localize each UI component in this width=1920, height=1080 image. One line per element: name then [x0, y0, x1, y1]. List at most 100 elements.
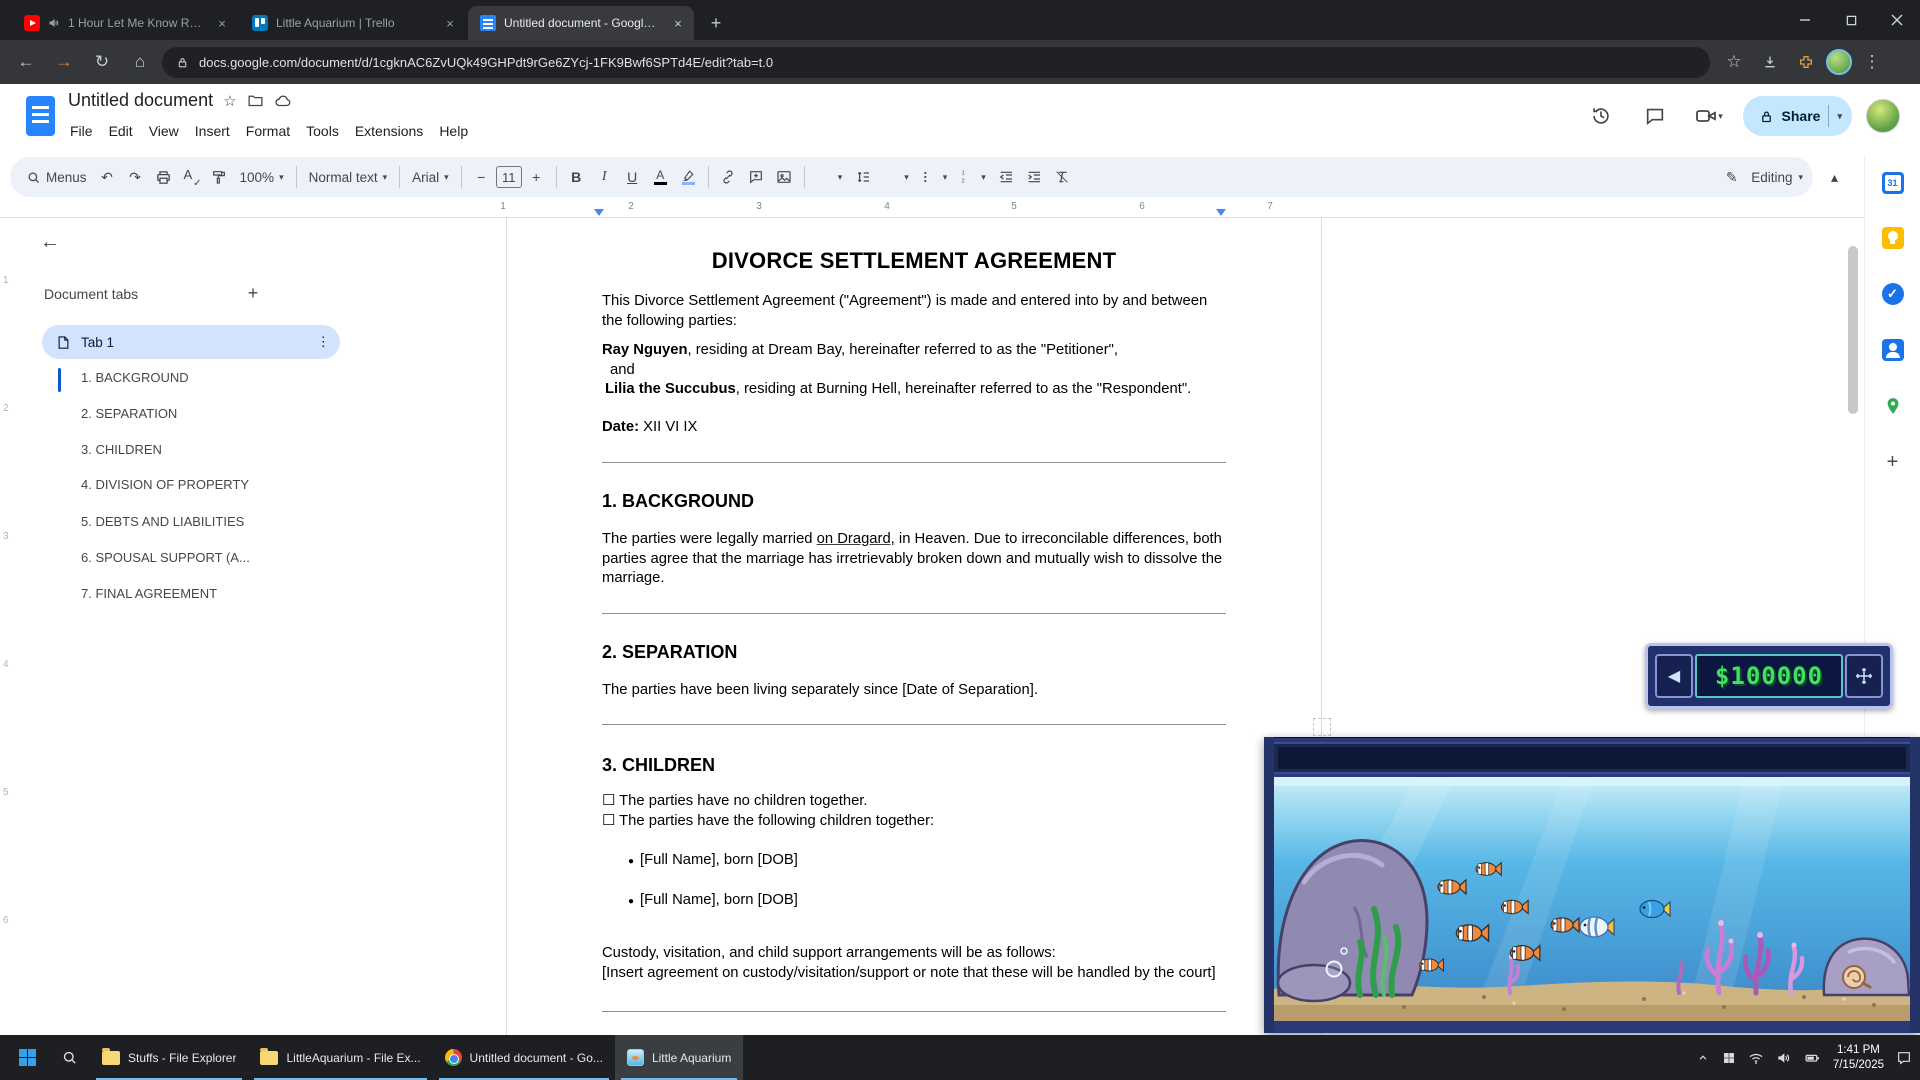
undo-icon[interactable]: ↶: [94, 164, 121, 191]
tray-grid-icon[interactable]: [1722, 1051, 1736, 1065]
keep-icon[interactable]: [1882, 227, 1904, 249]
bullet-list-select[interactable]: ▾: [916, 164, 954, 191]
paint-format-icon[interactable]: [206, 164, 233, 191]
outline-item-division[interactable]: 4. DIVISION OF PROPERTY: [81, 477, 331, 492]
close-button[interactable]: [1874, 0, 1920, 40]
calendar-icon[interactable]: 31: [1882, 172, 1904, 194]
menu-insert[interactable]: Insert: [187, 118, 238, 144]
video-call-caret-icon[interactable]: ▾: [1718, 111, 1723, 122]
tab-youtube[interactable]: 1 Hour Let Me Know Remix ×: [12, 6, 238, 40]
wifi-icon[interactable]: [1748, 1050, 1764, 1066]
extensions-icon[interactable]: [1790, 46, 1822, 78]
minimize-button[interactable]: [1782, 0, 1828, 40]
paragraph-style-select[interactable]: Normal text ▾: [303, 164, 394, 191]
bold-icon[interactable]: B: [563, 164, 590, 191]
decrease-font-icon[interactable]: −: [468, 164, 495, 191]
tab-close-icon[interactable]: ×: [670, 15, 686, 31]
tab1-item[interactable]: Tab 1 ⋮: [42, 325, 340, 359]
outline-item-separation[interactable]: 2. SEPARATION: [81, 406, 331, 421]
add-comment-icon[interactable]: [743, 164, 770, 191]
highlight-color-icon[interactable]: [675, 164, 702, 191]
volume-icon[interactable]: [1776, 1050, 1792, 1066]
align-select[interactable]: ▾: [811, 164, 849, 191]
money-move-button[interactable]: [1845, 654, 1883, 698]
document-page[interactable]: DIVORCE SETTLEMENT AGREEMENT This Divorc…: [506, 218, 1322, 1035]
tab-google-docs[interactable]: Untitled document - Google Do ×: [468, 6, 694, 40]
money-prev-button[interactable]: ◀: [1655, 654, 1693, 698]
contacts-icon[interactable]: [1882, 339, 1904, 361]
taskbar-search-icon[interactable]: [48, 1035, 90, 1080]
share-caret-icon[interactable]: ▾: [1837, 111, 1842, 122]
editing-mode-select[interactable]: ✎ Editing ▾: [1718, 164, 1803, 191]
outline-item-final[interactable]: 7. FINAL AGREEMENT: [81, 586, 331, 601]
menu-extensions[interactable]: Extensions: [347, 118, 431, 144]
menu-help[interactable]: Help: [431, 118, 476, 144]
new-tab-button[interactable]: +: [702, 9, 730, 37]
taskbar-clock[interactable]: 1:41 PM 7/15/2025: [1833, 1043, 1884, 1073]
maps-icon[interactable]: [1881, 394, 1905, 418]
reload-icon[interactable]: ↻: [86, 46, 118, 78]
tab-trello[interactable]: Little Aquarium | Trello ×: [240, 6, 466, 40]
money-widget[interactable]: ◀ $100000: [1645, 643, 1893, 709]
outline-item-debts[interactable]: 5. DEBTS AND LIABILITIES: [81, 514, 331, 529]
menu-format[interactable]: Format: [238, 118, 298, 144]
menu-view[interactable]: View: [141, 118, 187, 144]
line-spacing-icon[interactable]: [849, 164, 876, 191]
text-color-icon[interactable]: A: [647, 164, 674, 191]
italic-icon[interactable]: I: [591, 164, 618, 191]
spellcheck-icon[interactable]: A ✓: [178, 164, 205, 191]
hide-menus-icon[interactable]: ▴: [1821, 164, 1848, 191]
hidden-icons-chevron-icon[interactable]: [1696, 1051, 1710, 1065]
battery-icon[interactable]: [1804, 1049, 1821, 1066]
font-size-input[interactable]: 11: [496, 166, 522, 188]
menu-file[interactable]: File: [62, 118, 101, 144]
document-title[interactable]: Untitled document: [68, 90, 213, 111]
increase-font-icon[interactable]: +: [523, 164, 550, 191]
font-select[interactable]: Arial ▾: [406, 164, 455, 191]
video-call-icon[interactable]: ▾: [1689, 96, 1729, 136]
tasks-icon[interactable]: ✓: [1882, 283, 1904, 305]
start-button[interactable]: [6, 1035, 48, 1080]
drag-handle[interactable]: [1313, 718, 1331, 736]
close-tabs-panel-icon[interactable]: ←: [32, 224, 68, 260]
horizontal-ruler[interactable]: 1 2 3 4 5 6 7: [0, 198, 1864, 218]
tab1-menu-icon[interactable]: ⋮: [317, 334, 331, 350]
home-icon[interactable]: ⌂: [124, 46, 156, 78]
outline-item-background[interactable]: 1. BACKGROUND: [81, 370, 331, 385]
notification-center-icon[interactable]: [1896, 1050, 1912, 1066]
underline-icon[interactable]: U: [619, 164, 646, 191]
taskbar-app-little-aquarium[interactable]: Little Aquarium: [615, 1035, 743, 1080]
cloud-status-icon[interactable]: [274, 92, 292, 110]
numbered-list-select[interactable]: 12 ▾: [954, 164, 992, 191]
print-icon[interactable]: [150, 164, 177, 191]
google-docs-logo[interactable]: [26, 96, 55, 136]
outline-item-children[interactable]: 3. CHILDREN: [81, 442, 331, 457]
taskbar-app-chrome-docs[interactable]: Untitled document - Go...: [433, 1035, 615, 1080]
left-indent-marker[interactable]: [594, 209, 604, 216]
redo-icon[interactable]: ↷: [122, 164, 149, 191]
address-bar[interactable]: docs.google.com/document/d/1cgknAC6ZvUQk…: [162, 47, 1710, 78]
checklist-select[interactable]: ▾: [877, 164, 915, 191]
browser-menu-icon[interactable]: ⋮: [1856, 46, 1888, 78]
menu-edit[interactable]: Edit: [101, 118, 141, 144]
bookmark-star-icon[interactable]: ☆: [1718, 46, 1750, 78]
account-avatar[interactable]: [1866, 99, 1900, 133]
right-indent-marker[interactable]: [1216, 209, 1226, 216]
clear-formatting-icon[interactable]: [1049, 164, 1076, 191]
side-panel-add-icon[interactable]: +: [1881, 450, 1905, 474]
menus-search-button[interactable]: Menus: [20, 164, 93, 191]
comments-icon[interactable]: [1635, 96, 1675, 136]
taskbar-app-stuffs-explorer[interactable]: Stuffs - File Explorer: [90, 1035, 248, 1080]
zoom-select[interactable]: 100% ▾: [234, 164, 290, 191]
move-folder-icon[interactable]: [247, 92, 264, 109]
back-icon[interactable]: ←: [10, 46, 42, 78]
star-document-icon[interactable]: ☆: [223, 92, 236, 110]
browser-profile-avatar[interactable]: [1826, 49, 1852, 75]
scrollbar-thumb[interactable]: [1848, 246, 1858, 414]
aquarium-game-window[interactable]: [1264, 737, 1920, 1033]
outline-item-spousal[interactable]: 6. SPOUSAL SUPPORT (A...: [81, 550, 331, 565]
share-button[interactable]: Share ▾: [1743, 96, 1852, 136]
add-tab-icon[interactable]: +: [240, 280, 266, 306]
forward-icon[interactable]: →: [48, 46, 80, 78]
maximize-button[interactable]: [1828, 0, 1874, 40]
